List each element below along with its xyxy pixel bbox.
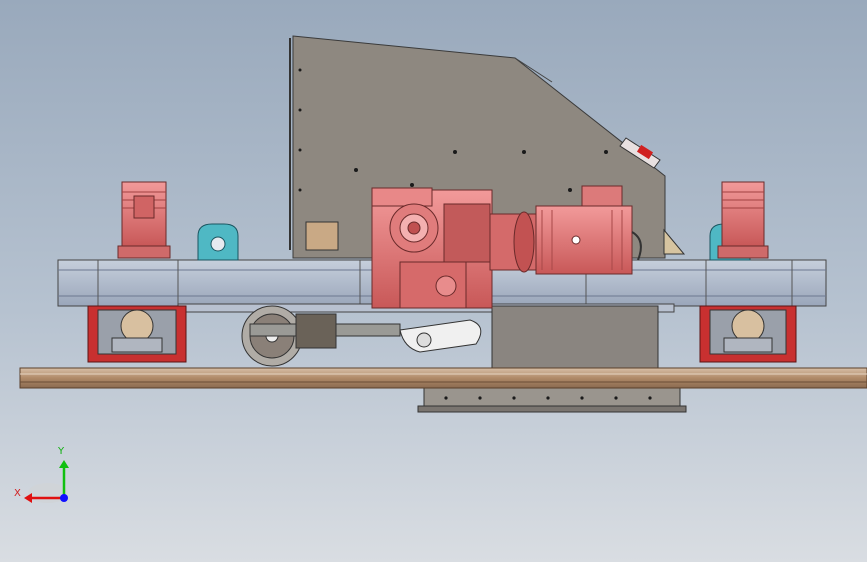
assembly-drawing: X Y [14,35,867,503]
travel-motor-right [717,181,769,259]
coordinate-triad-icon [24,460,69,503]
terminal-box [581,185,623,207]
lifting-lug-left [197,223,239,261]
x-axis-label: X [14,488,21,499]
cad-viewport[interactable]: X Y [0,0,867,562]
junction-box [305,221,339,251]
wheel-block-right [699,305,797,363]
drive-gearbox [371,187,493,309]
travel-motor-left [117,181,171,259]
rail [19,367,867,389]
y-axis-label: Y [57,446,65,457]
wheel-block-left [87,305,187,363]
